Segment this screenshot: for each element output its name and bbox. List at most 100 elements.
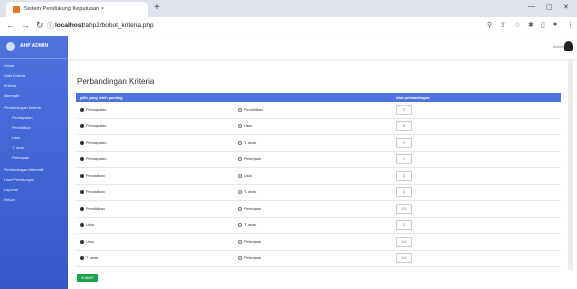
- option-left[interactable]: Pendapatan: [76, 118, 234, 135]
- new-tab-icon[interactable]: +: [154, 2, 160, 13]
- radio-button[interactable]: [238, 223, 242, 228]
- sidebar-item-alternatif[interactable]: Alternatif: [4, 94, 19, 98]
- sidebar-item-pekerjaan[interactable]: Pekerjaan: [12, 156, 29, 160]
- sidebar-item-data-kriteria[interactable]: Data Kriteria: [4, 74, 25, 78]
- menu-icon[interactable]: ⋮: [567, 21, 574, 29]
- scrollbar[interactable]: [568, 60, 573, 270]
- radio-button[interactable]: [80, 173, 84, 178]
- option-right[interactable]: Usia: [234, 167, 392, 185]
- value-cell: 0.5: [392, 233, 561, 251]
- option-right[interactable]: Pekerjaan: [234, 233, 392, 251]
- comparison-value-input[interactable]: 1: [396, 154, 412, 165]
- radio-button[interactable]: [80, 107, 84, 112]
- criteria-label: Pendidikan: [86, 173, 105, 178]
- option-right[interactable]: T. anak: [234, 184, 392, 201]
- star-icon[interactable]: ☆: [514, 21, 520, 29]
- sidebar-item-pendidikan[interactable]: Pendidikan: [12, 126, 31, 130]
- sidebar-item-perbandingan-kriteria[interactable]: Perbandingan Kriteria: [4, 106, 41, 110]
- sidebar-item-kriteria[interactable]: Kriteria: [4, 84, 16, 88]
- maximize-icon[interactable]: ▢: [546, 3, 553, 11]
- value-cell: 3: [392, 217, 561, 234]
- reload-icon[interactable]: ↻: [36, 20, 44, 31]
- sidebar-item-home[interactable]: Home: [4, 64, 14, 68]
- radio-button[interactable]: [238, 124, 242, 129]
- extensions-icon[interactable]: ✱: [528, 21, 534, 29]
- comparison-value-input[interactable]: 3: [396, 220, 412, 231]
- radio-button[interactable]: [238, 190, 242, 195]
- radio-button[interactable]: [238, 140, 242, 145]
- zoom-icon[interactable]: ⚲: [487, 21, 492, 29]
- comparison-value-input[interactable]: 3: [396, 170, 412, 181]
- option-right[interactable]: Pekerjaan: [234, 151, 392, 168]
- sidebar-brand[interactable]: AHP ADMIN: [0, 36, 68, 59]
- back-icon[interactable]: ←: [6, 20, 15, 30]
- option-right[interactable]: Usia: [234, 118, 392, 135]
- sidebar-item-label: Alternatif: [4, 94, 19, 98]
- radio-button[interactable]: [80, 223, 84, 228]
- table-row: T. anak Pekerjaan 0.5: [76, 250, 561, 267]
- comparison-value-input[interactable]: 5: [396, 121, 412, 132]
- option-right[interactable]: T. anak: [234, 217, 392, 234]
- share-icon[interactable]: ⇪: [500, 21, 506, 29]
- option-left[interactable]: Pendidikan: [76, 167, 234, 185]
- option-right[interactable]: T. anak: [234, 134, 392, 152]
- radio-button[interactable]: [80, 157, 84, 162]
- profile-icon[interactable]: ●: [553, 21, 557, 28]
- comparison-value-input[interactable]: 0.5: [396, 236, 412, 247]
- option-left[interactable]: Pendidikan: [76, 184, 234, 201]
- radio-button[interactable]: [238, 107, 242, 112]
- logo-icon: [6, 42, 15, 51]
- sidebar-item-keluar[interactable]: Keluar: [4, 198, 15, 202]
- user-name[interactable]: Admin: [553, 44, 564, 49]
- option-left[interactable]: Pendapatan: [76, 151, 234, 168]
- comparison-value-input[interactable]: 3: [396, 137, 412, 148]
- table-row: Usia Pekerjaan 0.5: [76, 233, 561, 251]
- sidebar-item-t-anak[interactable]: T. anak: [12, 146, 24, 150]
- radio-button[interactable]: [80, 256, 84, 261]
- sidebar-item-laporan[interactable]: Laporan: [4, 188, 18, 192]
- option-left[interactable]: Pendapatan: [76, 102, 234, 119]
- sidebar-item-pendapatan[interactable]: Pendapatan: [12, 116, 32, 120]
- sidebar-item-usia[interactable]: Usia: [12, 136, 20, 140]
- option-right[interactable]: Pekerjaan: [234, 200, 392, 218]
- value-cell: 0.5: [392, 200, 561, 218]
- browser-tab[interactable]: Sistem Pendukung Keputusan ×: [6, 2, 148, 17]
- sidebar-item-perbandingan-alternatif[interactable]: Perbandingan Alternatif: [4, 168, 43, 172]
- sidebar-item-label: Home: [4, 64, 15, 68]
- radio-button[interactable]: [238, 256, 242, 261]
- sidepanel-icon[interactable]: ▯: [541, 21, 545, 29]
- radio-button[interactable]: [80, 206, 84, 211]
- url-field[interactable]: localhost/ahp2/bobot_kriteria.php: [55, 22, 154, 29]
- comparison-value-input[interactable]: 3: [396, 187, 412, 198]
- option-left[interactable]: Usia: [76, 217, 234, 234]
- radio-button[interactable]: [238, 173, 242, 178]
- radio-button[interactable]: [80, 239, 84, 244]
- criteria-label: Usia: [244, 124, 252, 129]
- option-left[interactable]: T. anak: [76, 250, 234, 267]
- radio-button[interactable]: [238, 206, 242, 211]
- radio-button[interactable]: [80, 190, 84, 195]
- value-cell: 1: [392, 151, 561, 168]
- forward-icon[interactable]: →: [21, 20, 30, 30]
- radio-button[interactable]: [80, 140, 84, 145]
- table-row: Pendidikan T. anak 3: [76, 184, 561, 201]
- comparison-value-input[interactable]: 3: [396, 104, 412, 115]
- option-right[interactable]: Pekerjaan: [234, 250, 392, 267]
- option-right[interactable]: Pendidikan: [234, 102, 392, 119]
- radio-button[interactable]: [238, 157, 242, 162]
- radio-button[interactable]: [80, 124, 84, 129]
- comparison-value-input[interactable]: 0.5: [396, 203, 412, 214]
- avatar[interactable]: [564, 41, 573, 51]
- criteria-label: Pendapatan: [86, 140, 107, 145]
- minimize-icon[interactable]: —: [528, 3, 535, 10]
- option-left[interactable]: Usia: [76, 233, 234, 251]
- radio-button[interactable]: [238, 239, 242, 244]
- sidebar-item-hasil-perhitungan[interactable]: Hasil Perhitungan: [4, 178, 34, 182]
- option-left[interactable]: Pendidikan: [76, 200, 234, 218]
- comparison-value-input[interactable]: 0.5: [396, 253, 412, 264]
- close-window-icon[interactable]: ✕: [563, 3, 569, 11]
- option-left[interactable]: Pendapatan: [76, 134, 234, 152]
- criteria-label: Pekerjaan: [244, 256, 262, 261]
- address-bar: ← → ↻ ⓘ localhost/ahp2/bobot_kriteria.ph…: [0, 17, 577, 37]
- submit-button[interactable]: SUBMIT: [77, 274, 98, 282]
